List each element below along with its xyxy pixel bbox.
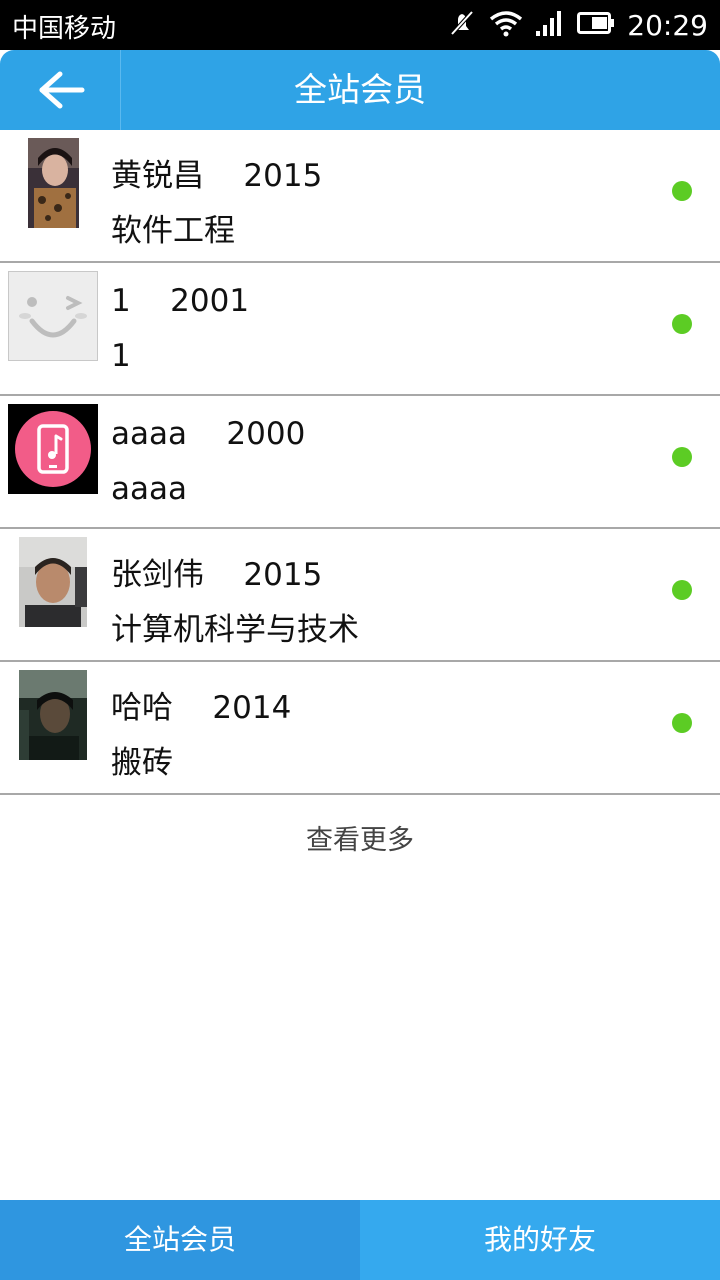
- online-status-dot: [672, 713, 692, 733]
- tab-all-members[interactable]: 全站会员: [0, 1200, 360, 1280]
- wifi-icon: [489, 9, 523, 41]
- member-name-year: 张剑伟 2015: [111, 549, 322, 594]
- member-year: 2015: [243, 158, 323, 194]
- member-name: 1: [111, 283, 131, 319]
- member-row[interactable]: 哈哈 2014 搬砖: [0, 662, 720, 795]
- avatar: [19, 670, 87, 760]
- member-row[interactable]: 1 2001 1: [0, 263, 720, 396]
- member-name: aaaa: [111, 416, 187, 452]
- member-year: 2000: [226, 416, 306, 452]
- member-name: 黄锐昌: [111, 158, 204, 194]
- avatar: [8, 404, 98, 494]
- battery-icon: [577, 11, 615, 39]
- online-status-dot: [672, 447, 692, 467]
- tab-my-friends[interactable]: 我的好友: [360, 1200, 720, 1280]
- member-major: 计算机科学与技术: [111, 612, 359, 648]
- music-phone-icon: [8, 404, 98, 494]
- avatar: [28, 138, 79, 228]
- online-status-dot: [672, 181, 692, 201]
- bottom-tab-bar: 全站会员 我的好友: [0, 1200, 720, 1280]
- member-major: 软件工程: [111, 213, 235, 249]
- avatar: [8, 271, 98, 361]
- member-name: 哈哈: [111, 690, 173, 726]
- mute-icon: [447, 8, 477, 42]
- member-list: 黄锐昌 2015 软件工程 1 2001 1 aaaa 2000 aaaa 张剑…: [0, 130, 720, 795]
- member-year: 2015: [243, 557, 323, 593]
- member-name-year: 哈哈 2014: [111, 682, 291, 727]
- member-row[interactable]: 黄锐昌 2015 软件工程: [0, 130, 720, 263]
- carrier-label: 中国移动: [12, 14, 117, 44]
- member-name-year: 黄锐昌 2015: [111, 150, 322, 195]
- load-more-button[interactable]: 查看更多: [0, 818, 720, 857]
- title-bar: 全站会员: [0, 50, 720, 130]
- member-major: 搬砖: [111, 745, 173, 781]
- clock: 20:29: [627, 8, 708, 42]
- member-name-year: 1 2001: [111, 283, 249, 319]
- member-year: 2014: [212, 690, 292, 726]
- member-major: aaaa: [111, 471, 187, 507]
- member-name: 张剑伟: [111, 557, 204, 593]
- member-name-year: aaaa 2000: [111, 416, 305, 452]
- online-status-dot: [672, 314, 692, 334]
- online-status-dot: [672, 580, 692, 600]
- member-row[interactable]: aaaa 2000 aaaa: [0, 396, 720, 529]
- member-row[interactable]: 张剑伟 2015 计算机科学与技术: [0, 529, 720, 662]
- signal-icon: [535, 9, 565, 41]
- status-bar: 中国移动 20:29: [0, 0, 720, 50]
- page-title: 全站会员: [294, 70, 426, 109]
- member-year: 2001: [170, 283, 250, 319]
- smiley-face-icon: [8, 271, 98, 361]
- member-major: 1: [111, 338, 131, 374]
- avatar: [19, 537, 87, 627]
- status-icons: 20:29: [447, 8, 708, 42]
